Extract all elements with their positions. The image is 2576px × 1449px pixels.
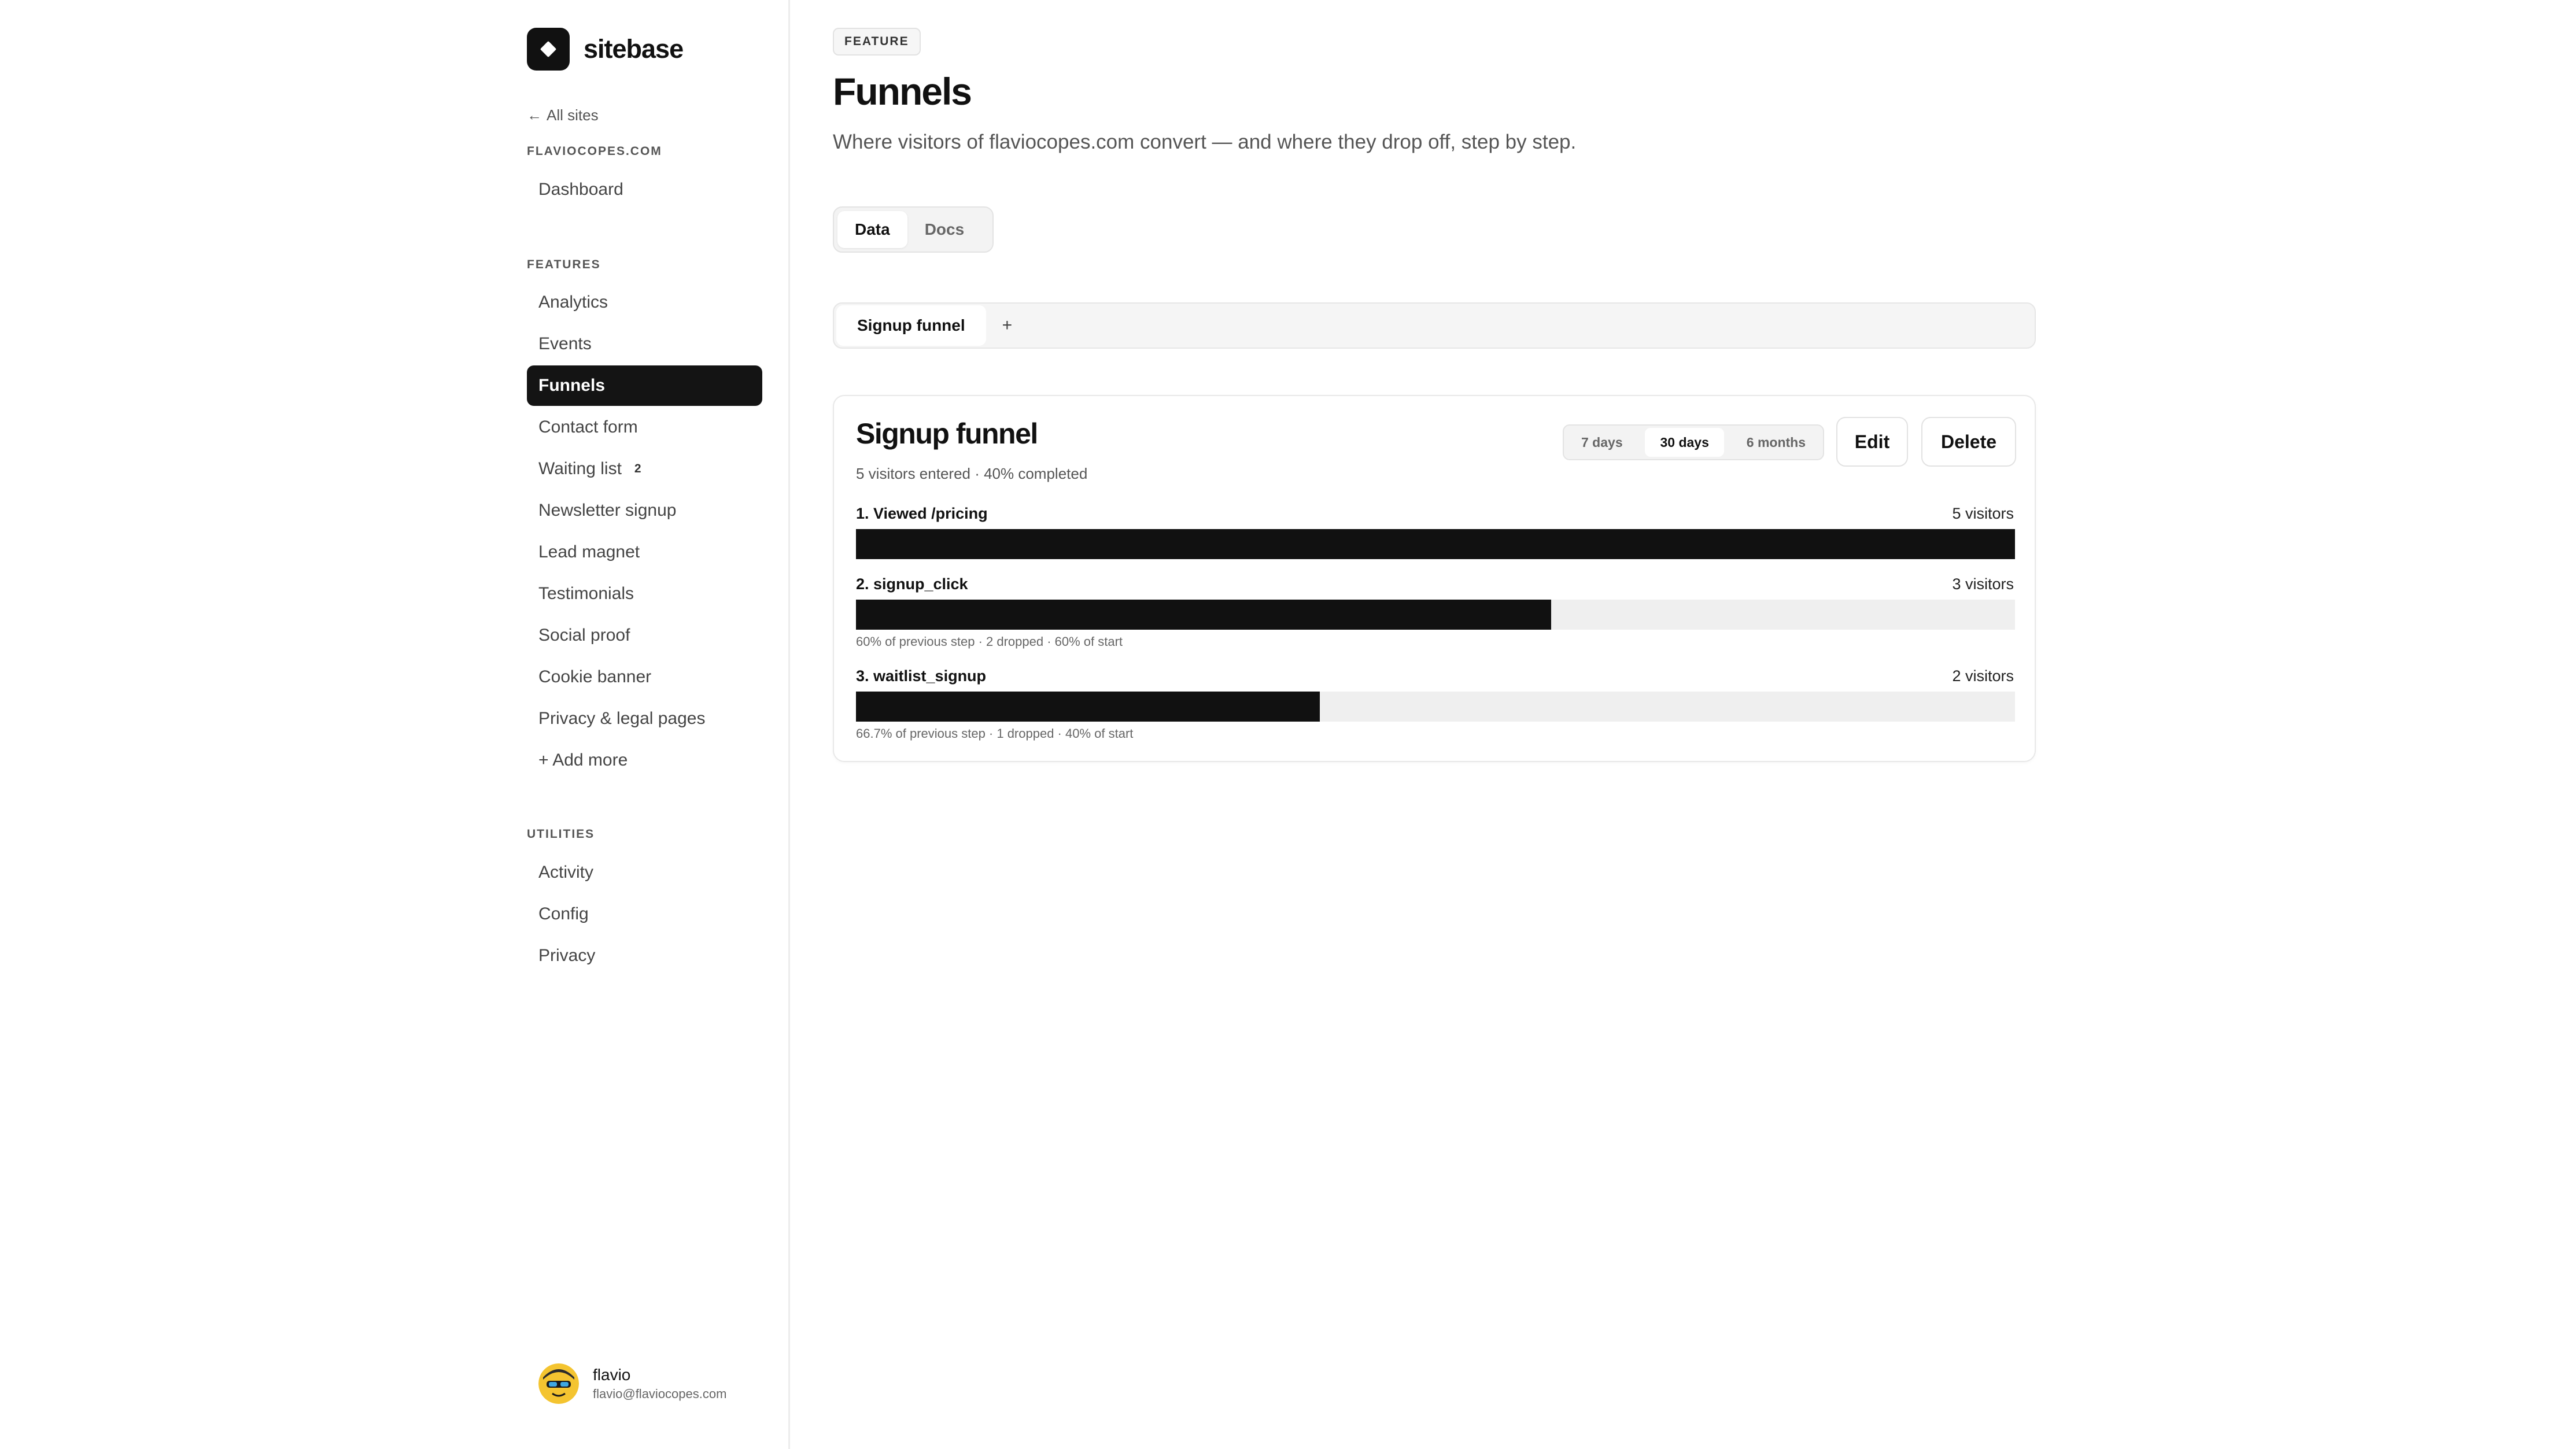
- sidebar-item-label: Config: [538, 904, 589, 923]
- step-count: 2 visitors: [1952, 667, 2014, 685]
- edit-button[interactable]: Edit: [1836, 417, 1908, 467]
- sidebar-item-privacy-legal[interactable]: Privacy & legal pages: [527, 698, 762, 739]
- sidebar-item-config[interactable]: Config: [527, 894, 762, 934]
- step-count: 3 visitors: [1952, 575, 2014, 593]
- sidebar-item-testimonials[interactable]: Testimonials: [527, 574, 762, 614]
- sidebar: sitebase ← All sites FLAVIOCOPES.COM Das…: [0, 0, 790, 1449]
- date-range-selector: 7 days 30 days 6 months: [1563, 424, 1824, 460]
- sidebar-item-label: Dashboard: [538, 180, 623, 199]
- sidebar-item-label: + Add more: [538, 751, 628, 770]
- sidebar-item-label: Testimonials: [538, 584, 634, 603]
- sidebar-item-label: Analytics: [538, 293, 608, 312]
- sidebar-item-dashboard[interactable]: Dashboard: [527, 169, 762, 210]
- user-profile[interactable]: flavio flavio@flaviocopes.com: [538, 1363, 726, 1404]
- sidebar-item-newsletter-signup[interactable]: Newsletter signup: [527, 490, 762, 531]
- user-name: flavio: [593, 1366, 631, 1384]
- step-bar-track: [856, 692, 2015, 722]
- step-note: 60% of previous step · 2 dropped · 60% o…: [856, 634, 1123, 649]
- all-sites-link[interactable]: ← All sites: [527, 106, 599, 124]
- diamond-logo-icon: [527, 28, 570, 71]
- count-badge: 2: [634, 462, 641, 475]
- sidebar-item-label: Activity: [538, 863, 594, 882]
- range-7-days[interactable]: 7 days: [1566, 428, 1638, 457]
- sidebar-item-social-proof[interactable]: Social proof: [527, 615, 762, 656]
- step-bar-fill: [856, 692, 1320, 722]
- sidebar-item-label: Newsletter signup: [538, 501, 677, 520]
- sidebar-item-events[interactable]: Events: [527, 324, 762, 364]
- funnel-card: Signup funnel 5 visitors entered · 40% c…: [833, 395, 2036, 762]
- funnel-tabs: Signup funnel +: [833, 302, 2036, 349]
- step-label: 1. Viewed /pricing: [856, 505, 988, 522]
- sidebar-item-label: Lead magnet: [538, 542, 640, 561]
- tab-data[interactable]: Data: [837, 211, 907, 248]
- utilities-section-label: UTILITIES: [527, 827, 595, 841]
- app-page: sitebase ← All sites FLAVIOCOPES.COM Das…: [0, 0, 2576, 1449]
- sidebar-item-waiting-list[interactable]: Waiting list 2: [527, 449, 762, 489]
- page-title: Funnels: [833, 70, 972, 113]
- step-label: 2. signup_click: [856, 575, 968, 593]
- step-bar-fill: [856, 600, 1552, 630]
- avatar: [538, 1363, 579, 1404]
- sidebar-item-cookie-banner[interactable]: Cookie banner: [527, 657, 762, 697]
- add-funnel-button[interactable]: +: [1002, 316, 1013, 335]
- sidebar-item-lead-magnet[interactable]: Lead magnet: [527, 532, 762, 572]
- brand-name: sitebase: [584, 34, 684, 64]
- sidebar-item-add-more[interactable]: + Add more: [527, 740, 762, 781]
- features-section-label: FEATURES: [527, 258, 601, 271]
- sidebar-item-label: Privacy: [538, 946, 596, 965]
- sidebar-item-label: Waiting list: [538, 459, 622, 478]
- view-toggle: Data Docs: [833, 206, 994, 253]
- sidebar-item-label: Funnels: [538, 376, 606, 395]
- user-email: flavio@flaviocopes.com: [593, 1387, 727, 1401]
- delete-button[interactable]: Delete: [1921, 417, 2016, 467]
- step-bar-track: [856, 600, 2015, 630]
- brand[interactable]: sitebase: [527, 28, 684, 71]
- site-label: FLAVIOCOPES.COM: [527, 145, 662, 158]
- range-6-months[interactable]: 6 months: [1732, 428, 1821, 457]
- funnel-summary: 5 visitors entered · 40% completed: [856, 465, 1088, 482]
- feature-badge: FEATURE: [833, 28, 921, 56]
- sidebar-item-privacy[interactable]: Privacy: [527, 936, 762, 976]
- arrow-left-icon: ←: [527, 106, 542, 124]
- step-label: 3. waitlist_signup: [856, 667, 987, 685]
- range-30-days[interactable]: 30 days: [1645, 428, 1724, 457]
- tab-docs[interactable]: Docs: [907, 211, 981, 248]
- sidebar-item-funnels[interactable]: Funnels: [527, 365, 762, 406]
- step-bar-track: [856, 529, 2015, 559]
- sidebar-item-label: Cookie banner: [538, 667, 652, 686]
- sidebar-item-label: Privacy & legal pages: [538, 709, 706, 728]
- page-subtitle: Where visitors of flaviocopes.com conver…: [833, 131, 1577, 153]
- funnel-title: Signup funnel: [856, 417, 1038, 450]
- step-note: 66.7% of previous step · 1 dropped · 40%…: [856, 726, 1134, 741]
- step-count: 5 visitors: [1952, 505, 2014, 522]
- sidebar-item-label: Contact form: [538, 417, 638, 437]
- step-bar-fill: [856, 529, 2015, 559]
- sidebar-item-analytics[interactable]: Analytics: [527, 282, 762, 323]
- sidebar-item-activity[interactable]: Activity: [527, 852, 762, 893]
- tab-signup-funnel[interactable]: Signup funnel: [836, 305, 986, 346]
- sidebar-item-label: Events: [538, 334, 592, 353]
- all-sites-label: All sites: [547, 106, 599, 124]
- sidebar-item-contact-form[interactable]: Contact form: [527, 407, 762, 448]
- sidebar-item-label: Social proof: [538, 626, 630, 645]
